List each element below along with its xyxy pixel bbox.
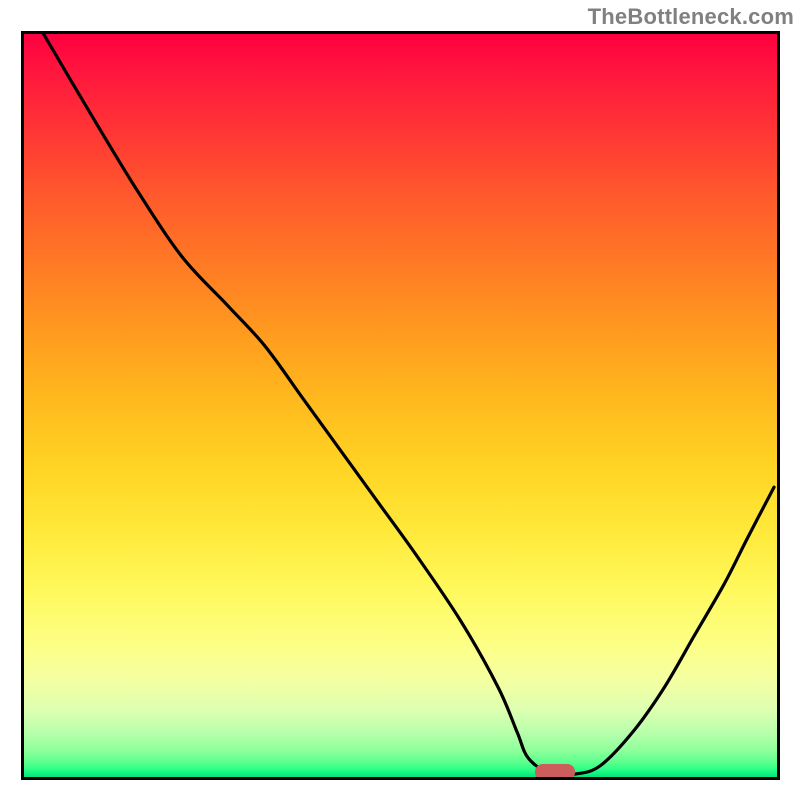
optimum-marker — [535, 764, 575, 780]
bottleneck-curve — [24, 34, 777, 777]
chart-frame: TheBottleneck.com — [0, 0, 800, 800]
curve-path — [44, 34, 774, 776]
plot-area — [21, 31, 780, 780]
watermark-text: TheBottleneck.com — [588, 4, 794, 30]
